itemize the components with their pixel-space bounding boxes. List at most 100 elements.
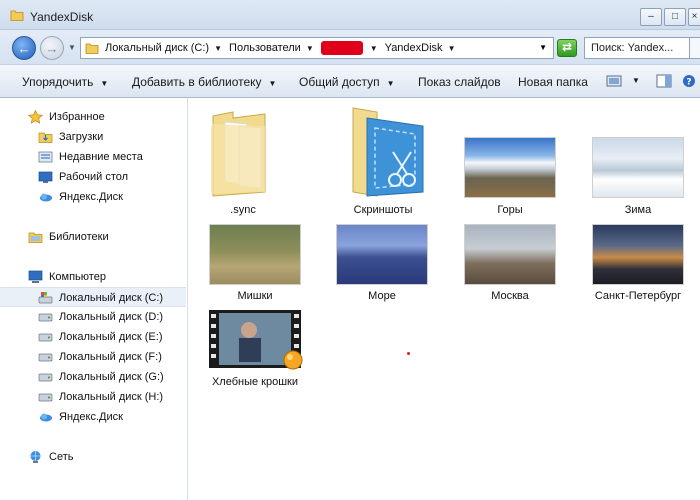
- folder-icon: [85, 43, 99, 54]
- address-dropdown-icon[interactable]: ▼: [539, 43, 547, 52]
- chevron-down-icon[interactable]: ▼: [632, 76, 640, 85]
- navigation-pane: Избранное Загрузки Недавние места Рабочи…: [0, 98, 188, 500]
- breadcrumb-item-yandexdisk[interactable]: YandexDisk: [385, 42, 443, 54]
- file-item-winter[interactable]: Зима: [578, 104, 698, 220]
- minimize-button[interactable]: –: [640, 8, 662, 26]
- add-to-library-button[interactable]: Добавить в библиотеку ▼: [132, 75, 276, 89]
- breadcrumb-item-drive-c[interactable]: Локальный диск (C:): [105, 42, 209, 54]
- sidebar-item-yandex-disk[interactable]: Яндекс.Диск: [0, 407, 186, 427]
- sidebar-item-libraries[interactable]: Библиотеки: [0, 227, 186, 247]
- sidebar-item-drive-f[interactable]: Локальный диск (F:): [0, 347, 186, 367]
- chevron-down-icon[interactable]: ▼: [214, 44, 222, 53]
- sidebar-item-drive-d[interactable]: Локальный диск (D:): [0, 307, 186, 327]
- image-thumbnail: [336, 224, 428, 285]
- drive-icon: [38, 393, 53, 402]
- forward-button[interactable]: →: [40, 36, 64, 60]
- file-name: Зима: [624, 204, 652, 216]
- file-name: Москва: [491, 290, 529, 302]
- search-input[interactable]: Поиск: Yandex...: [584, 37, 690, 59]
- arrow-left-icon: ←: [17, 41, 31, 56]
- redacted-username: [320, 41, 363, 55]
- share-button[interactable]: Общий доступ ▼: [299, 75, 395, 89]
- image-thumbnail: [464, 224, 556, 285]
- sidebar-item-drive-h[interactable]: Локальный диск (H:): [0, 387, 186, 407]
- file-name: Мишки: [237, 290, 273, 302]
- breadcrumb-item-users[interactable]: Пользователи: [229, 42, 301, 54]
- file-name: Санкт-Петербург: [594, 290, 682, 302]
- view-options-icon[interactable]: [606, 74, 622, 88]
- maximize-button[interactable]: □: [664, 8, 686, 26]
- file-item-bears[interactable]: Мишки: [195, 224, 315, 304]
- sidebar-item-downloads[interactable]: Загрузки: [0, 127, 186, 147]
- file-item-screenshots[interactable]: Скриншоты: [323, 104, 443, 220]
- file-item-sea[interactable]: Море: [322, 224, 442, 304]
- image-thumbnail: [464, 137, 556, 198]
- desktop-icon: [38, 171, 53, 183]
- file-item-mountains[interactable]: Горы: [450, 104, 570, 220]
- window-title: YandexDisk: [30, 10, 94, 24]
- back-button[interactable]: ←: [12, 36, 36, 60]
- refresh-button[interactable]: ⇄: [557, 39, 577, 57]
- svg-text:?: ?: [686, 78, 691, 88]
- file-item-moscow[interactable]: Москва: [450, 224, 570, 304]
- folder-icon: [10, 10, 24, 21]
- drive-icon: [38, 313, 53, 322]
- sidebar-item-recent-places[interactable]: Недавние места: [0, 147, 186, 167]
- new-folder-button[interactable]: Новая папка: [518, 75, 588, 89]
- command-bar: Упорядочить ▼ Добавить в библиотеку ▼ Общи…: [0, 64, 700, 98]
- file-name: .sync: [230, 204, 256, 216]
- screenshots-folder-icon: [352, 107, 424, 197]
- folder-icon: [211, 111, 266, 197]
- video-thumbnail: [209, 310, 303, 370]
- sidebar-item-yandex-disk-fav[interactable]: Яндекс.Диск: [0, 187, 186, 207]
- libraries-icon: [28, 232, 43, 243]
- file-name: Скриншоты: [353, 204, 413, 216]
- chevron-down-icon: ▼: [386, 79, 395, 88]
- file-name: Горы: [497, 204, 523, 216]
- chevron-down-icon[interactable]: ▼: [306, 44, 314, 53]
- chevron-down-icon: ▼: [268, 79, 277, 88]
- close-button[interactable]: ×: [688, 8, 700, 26]
- image-thumbnail: [209, 224, 301, 285]
- sidebar-item-computer[interactable]: Компьютер: [0, 267, 186, 287]
- file-name: Хлебные крошки: [211, 376, 299, 388]
- title-bar: YandexDisk – □ ×: [0, 0, 700, 30]
- computer-icon: [28, 270, 43, 283]
- recent-places-icon: [38, 151, 53, 163]
- cloud-icon: [40, 413, 52, 422]
- image-thumbnail: [592, 137, 684, 198]
- search-button[interactable]: [690, 37, 700, 59]
- chevron-down-icon: ▼: [100, 79, 109, 88]
- file-item-sync[interactable]: .sync: [183, 104, 303, 220]
- chevron-down-icon[interactable]: ▼: [448, 44, 456, 53]
- drive-icon: [38, 373, 53, 382]
- address-bar[interactable]: Локальный диск (C:) ▼ Пользователи ▼ ▼ Y…: [80, 37, 554, 59]
- sidebar-item-favorites[interactable]: Избранное: [0, 107, 186, 127]
- recent-pages-dropdown-icon[interactable]: ▼: [68, 43, 76, 52]
- address-row: ← → ▼ Локальный диск (C:) ▼ Пользователи…: [0, 30, 700, 64]
- slideshow-button[interactable]: Показ слайдов: [418, 75, 501, 89]
- stray-pixel: [407, 352, 410, 355]
- file-name: Море: [368, 290, 396, 302]
- system-drive-icon: [38, 292, 53, 304]
- breadcrumb: Локальный диск (C:) ▼ Пользователи ▼ ▼ Y…: [105, 41, 462, 55]
- file-item-saint-petersburg[interactable]: Санкт-Петербург: [578, 224, 698, 304]
- file-item-breadcrumbs-video[interactable]: Хлебные крошки: [195, 310, 315, 390]
- preview-pane-icon[interactable]: [656, 74, 672, 88]
- network-icon: [30, 451, 41, 463]
- sidebar-item-drive-c[interactable]: Локальный диск (C:): [0, 287, 186, 307]
- sidebar-item-drive-e[interactable]: Локальный диск (E:): [0, 327, 186, 347]
- chevron-down-icon[interactable]: ▼: [370, 44, 378, 53]
- sidebar-item-network[interactable]: Сеть: [0, 447, 186, 467]
- drive-icon: [38, 353, 53, 362]
- organize-button[interactable]: Упорядочить ▼: [22, 75, 108, 89]
- sidebar-item-desktop[interactable]: Рабочий стол: [0, 167, 186, 187]
- drive-icon: [38, 333, 53, 342]
- star-icon: [28, 110, 43, 124]
- refresh-icon: ⇄: [561, 40, 573, 54]
- file-list: .sync Скриншоты Горы Зима Мишки Море Мос…: [189, 98, 700, 500]
- sidebar-item-drive-g[interactable]: Локальный диск (G:): [0, 367, 186, 387]
- help-icon[interactable]: ?: [682, 74, 696, 88]
- cloud-icon: [40, 193, 52, 202]
- downloads-folder-icon: [38, 132, 53, 143]
